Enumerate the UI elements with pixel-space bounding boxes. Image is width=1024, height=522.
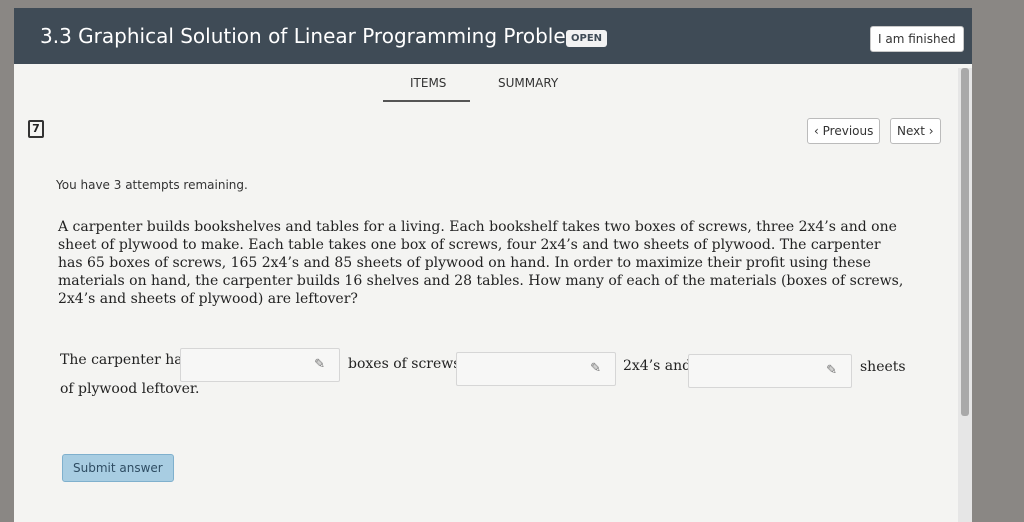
- question-number[interactable]: 7: [28, 120, 44, 138]
- scrollbar-thumb[interactable]: [961, 68, 969, 416]
- chevron-right-icon: ›: [928, 124, 934, 138]
- next-button[interactable]: Next ›: [890, 118, 941, 144]
- answer-text-4: sheets: [860, 359, 906, 375]
- answer-text-1: The carpenter has: [60, 352, 190, 368]
- submit-answer-button[interactable]: Submit answer: [62, 454, 174, 482]
- chevron-left-icon: ‹: [814, 124, 819, 138]
- screws-input[interactable]: ✎: [180, 348, 340, 382]
- active-tab-indicator: [383, 100, 470, 102]
- plywood-input[interactable]: ✎: [688, 354, 852, 388]
- pencil-icon: ✎: [826, 363, 837, 378]
- status-badge: OPEN: [566, 30, 608, 47]
- answer-text-2: boxes of screws,: [348, 356, 465, 372]
- problem-text: A carpenter builds bookshelves and table…: [58, 219, 904, 307]
- pencil-icon: ✎: [590, 361, 601, 376]
- tab-summary[interactable]: SUMMARY: [498, 76, 558, 90]
- previous-label: Previous: [822, 124, 874, 138]
- scrollbar[interactable]: [958, 68, 972, 522]
- next-label: Next: [897, 124, 925, 138]
- answer-text-3: 2x4’s and: [623, 358, 692, 374]
- finished-button[interactable]: I am finished: [870, 26, 964, 52]
- answer-area: The carpenter has ✎ boxes of screws, ✎ 2…: [60, 348, 920, 408]
- page-title: 3.3 Graphical Solution of Linear Program…: [40, 24, 596, 48]
- answer-text-5: of plywood leftover.: [60, 381, 200, 397]
- pencil-icon: ✎: [314, 357, 325, 372]
- attempts-remaining: You have 3 attempts remaining.: [56, 178, 248, 192]
- tab-items[interactable]: ITEMS: [410, 76, 446, 90]
- assignment-window: 3.3 Graphical Solution of Linear Program…: [14, 8, 972, 522]
- two-by-fours-input[interactable]: ✎: [456, 352, 616, 386]
- header-bar: 3.3 Graphical Solution of Linear Program…: [14, 8, 972, 64]
- previous-button[interactable]: ‹ Previous: [807, 118, 881, 144]
